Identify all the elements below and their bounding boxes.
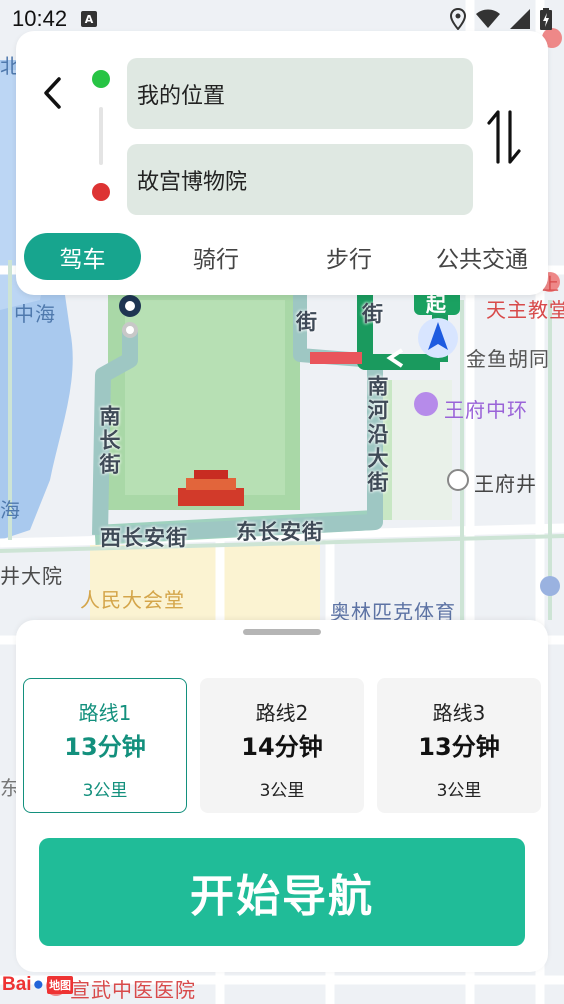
tab-drive[interactable]: 驾车 (24, 233, 141, 280)
route-distance: 3公里 (436, 781, 482, 801)
destination-dot (92, 183, 110, 201)
route-duration: 13分钟 (418, 733, 500, 761)
origin-input[interactable]: 我的位置 (127, 58, 473, 129)
poi-label-hai: 海 (0, 498, 21, 522)
travel-mode-tabs: 驾车 骑行 步行 公共交通 (16, 231, 548, 285)
route-option-3[interactable]: 路线3 13分钟 3公里 (377, 678, 541, 813)
status-time: 10:42 (12, 6, 68, 31)
route-option-2[interactable]: 路线2 14分钟 3公里 (200, 678, 364, 813)
start-navigation-button[interactable]: 开始导航 (39, 838, 525, 946)
route-planner-card: 我的位置 故宫博物院 驾车 骑行 步行 公共交通 (16, 31, 548, 295)
route-duration: 14分钟 (241, 733, 323, 761)
road-label-top-a: 街 (296, 310, 318, 334)
poi-label-jingda: 井大院 (0, 564, 63, 588)
poi-label-zhonghai: 中海 (14, 302, 56, 326)
poi-label-jinyu: 金鱼胡同 (466, 347, 550, 371)
logo-text-left: Bai (2, 974, 32, 995)
poi-label-renmin: 人民大会堂 (80, 588, 185, 612)
back-button[interactable] (36, 73, 68, 113)
poi-label-wangfujing: 王府井 (474, 472, 537, 496)
poi-label-xuanwu: 宣武中医医院 (70, 978, 196, 1002)
destination-input[interactable]: 故宫博物院 (127, 144, 473, 215)
route-name: 路线1 (78, 701, 132, 725)
road-label-dongchangan: 东长安街 (236, 520, 324, 544)
road-label-nanchang: 南长街 (97, 405, 121, 477)
route-name: 路线3 (432, 701, 486, 725)
route-distance: 3公里 (259, 781, 305, 801)
route-option-1[interactable]: 路线1 13分钟 3公里 (23, 678, 187, 813)
route-duration: 13分钟 (64, 733, 146, 761)
wifi-icon (476, 9, 500, 28)
logo-text-right: 地图 (47, 976, 74, 994)
road-label-top-b: 街 (362, 302, 384, 326)
route-distance: 3公里 (82, 781, 128, 801)
poi-label-wangfu-zhonghuan: 王府中环 (444, 398, 528, 422)
origin-dot (92, 70, 110, 88)
road-label-xichangan: 西长安街 (100, 526, 188, 550)
road-label-nanheyan: 南河沿大街 (365, 375, 389, 495)
sheet-drag-handle[interactable] (243, 629, 321, 635)
poi-label-tianzhu: 天主教堂 (486, 298, 564, 322)
tab-transit[interactable]: 公共交通 (422, 233, 542, 280)
status-bar: 10:42 A (0, 0, 564, 38)
chevron-left-icon (44, 77, 61, 109)
notification-icon: A (81, 11, 98, 27)
baidu-map-logo: Bai ● 地图 (2, 974, 74, 996)
route-options-sheet: 路线1 13分钟 3公里 路线2 14分钟 3公里 路线3 13分钟 3公里 开… (16, 620, 548, 972)
route-connector-line (99, 107, 103, 165)
paw-icon: ● (32, 974, 45, 995)
swap-arrows-icon (487, 110, 521, 164)
battery-icon (540, 8, 552, 30)
location-icon (450, 8, 466, 30)
route-name: 路线2 (255, 701, 309, 725)
signal-icon (510, 9, 530, 29)
tab-bike[interactable]: 骑行 (161, 233, 271, 280)
tab-walk[interactable]: 步行 (294, 233, 404, 280)
swap-button[interactable] (484, 107, 524, 167)
